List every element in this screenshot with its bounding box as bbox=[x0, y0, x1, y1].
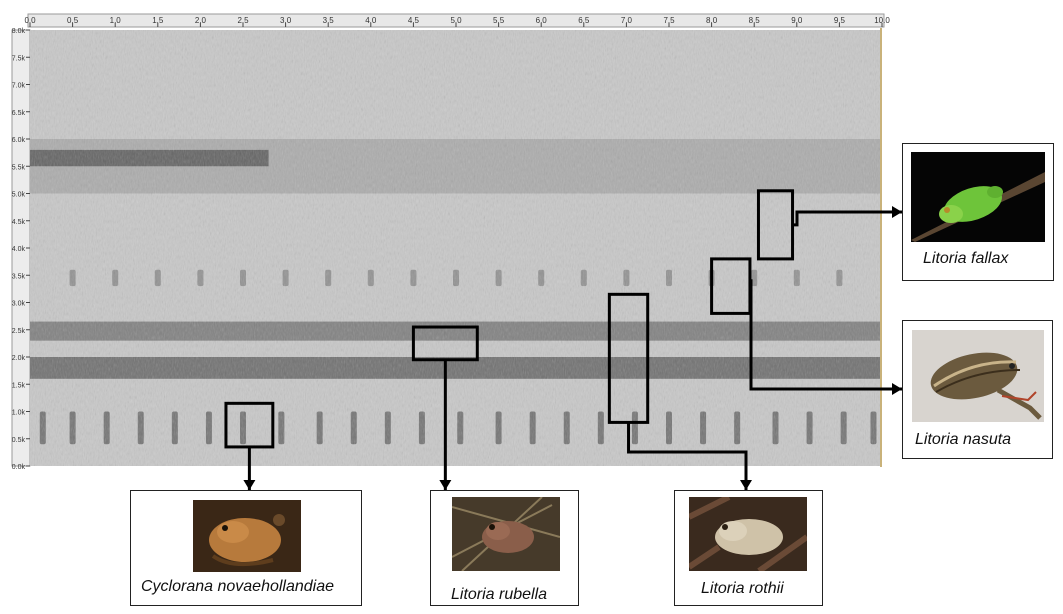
species-label: Cyclorana novaehollandiae bbox=[141, 578, 335, 595]
y-tick-label: 6.0k bbox=[12, 137, 26, 144]
species-label: Litoria rothii bbox=[701, 580, 784, 597]
x-tick-label: 4.0 bbox=[365, 16, 377, 25]
y-tick-label: 3.0k bbox=[12, 301, 26, 308]
arrowhead bbox=[439, 480, 452, 490]
x-tick-label: 2.5 bbox=[237, 16, 249, 25]
x-tick-label: 8.5 bbox=[749, 16, 761, 25]
x-tick-label: 0.5 bbox=[67, 16, 79, 25]
species-label: Litoria nasuta bbox=[915, 431, 1012, 448]
x-tick-label: 7.0 bbox=[621, 16, 633, 25]
x-tick-label: 2.0 bbox=[195, 16, 207, 25]
x-tick-label: 6.0 bbox=[536, 16, 548, 25]
y-tick-label: 5.0k bbox=[12, 192, 26, 199]
x-tick-label: 3.0 bbox=[280, 16, 292, 25]
burrowing-frog-photo bbox=[193, 500, 301, 572]
x-tick-label: 0.0 bbox=[24, 16, 36, 25]
green-tree-frog-photo bbox=[911, 152, 1045, 242]
x-tick-label: 6.5 bbox=[578, 16, 590, 25]
species-label: Litoria rubella bbox=[451, 586, 548, 603]
y-tick-label: 4.5k bbox=[12, 219, 26, 226]
figure-root: 0.0 0.5 1.0 1.5 2.0 2.5 3.0 3.5 4.0 4.5 5.0 5.5 6.0 6… bbox=[0, 0, 1063, 614]
x-tick-label: 5.5 bbox=[493, 16, 505, 25]
y-tick-label: 3.5k bbox=[12, 273, 26, 280]
y-tick-label: 0.0k bbox=[12, 464, 26, 471]
arrowhead bbox=[892, 383, 902, 395]
y-tick-label: 7.5k bbox=[12, 55, 26, 62]
arrowhead bbox=[243, 480, 256, 490]
arrowhead bbox=[740, 480, 752, 490]
desert-tree-frog-photo bbox=[452, 497, 560, 571]
callout-cyclorana-novaehollandiae: Cyclorana novaehollandiae bbox=[130, 490, 362, 606]
y-tick-label: 2.0k bbox=[12, 355, 26, 362]
y-tick-label: 2.5k bbox=[12, 328, 26, 335]
y-tick-label: 7.0k bbox=[12, 83, 26, 90]
x-tick-label: 7.5 bbox=[663, 16, 675, 25]
x-tick-label: 9.5 bbox=[834, 16, 846, 25]
x-tick-label: 3.5 bbox=[323, 16, 335, 25]
x-tick-label: 5.0 bbox=[450, 16, 462, 25]
x-tick-label: 10.0 bbox=[874, 16, 890, 25]
callout-litoria-rubella: Litoria rubella bbox=[430, 490, 579, 606]
roths-tree-frog-photo bbox=[689, 497, 807, 571]
callout-litoria-rothii: Litoria rothii bbox=[674, 490, 823, 606]
y-tick-label: 0.5k bbox=[12, 437, 26, 444]
x-tick-label: 4.5 bbox=[408, 16, 420, 25]
x-tick-label: 9.0 bbox=[791, 16, 803, 25]
y-tick-label: 5.5k bbox=[12, 164, 26, 171]
x-tick-label: 8.0 bbox=[706, 16, 718, 25]
callout-litoria-fallax: Litoria fallax bbox=[902, 143, 1054, 281]
y-tick-label: 8.0k bbox=[12, 28, 26, 35]
y-tick-label: 1.0k bbox=[12, 410, 26, 417]
callout-litoria-nasuta: Litoria nasuta bbox=[902, 320, 1053, 459]
y-tick-label: 4.0k bbox=[12, 246, 26, 253]
arrowhead bbox=[892, 206, 902, 218]
x-tick-label: 1.0 bbox=[110, 16, 122, 25]
striped-rocket-frog-photo bbox=[912, 330, 1044, 422]
y-tick-label: 1.5k bbox=[12, 382, 26, 389]
spectrogram-plot-area[interactable] bbox=[30, 30, 882, 466]
x-tick-label: 1.5 bbox=[152, 16, 164, 25]
y-tick-label: 6.5k bbox=[12, 110, 26, 117]
spectrogram-noise bbox=[30, 30, 882, 466]
species-label: Litoria fallax bbox=[923, 250, 1009, 267]
